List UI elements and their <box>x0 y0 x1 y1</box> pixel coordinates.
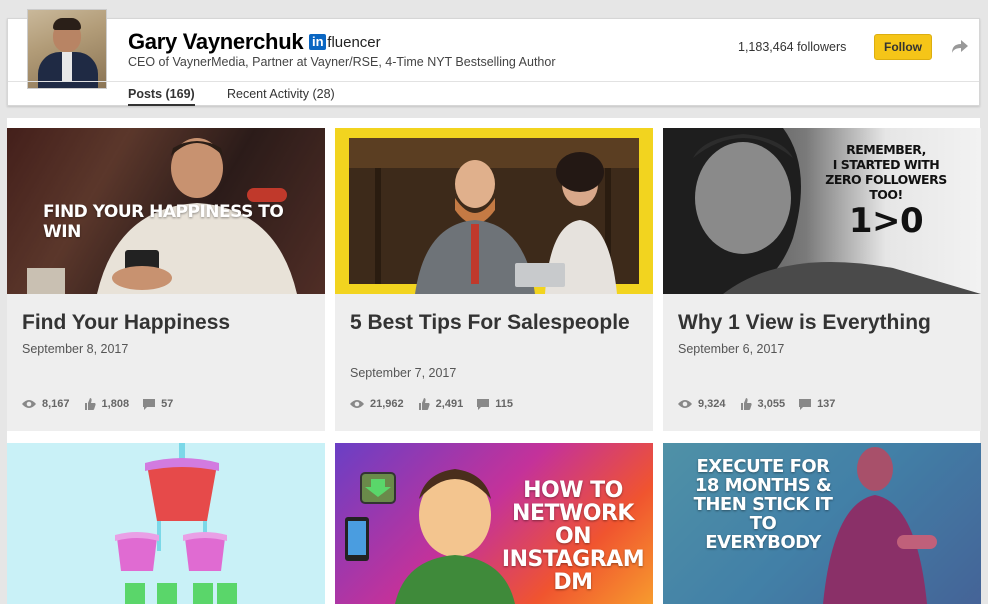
post-date: September 8, 2017 <box>22 342 129 356</box>
influencer-badge: in fluencer <box>309 33 381 51</box>
caption-line: DM <box>553 570 593 595</box>
thumbs-up-icon <box>84 398 96 410</box>
likes-count: 2,491 <box>435 398 464 410</box>
post-card[interactable] <box>7 443 325 604</box>
eye-icon <box>678 400 692 408</box>
post-title[interactable]: Why 1 View is Everything <box>678 310 968 335</box>
comments-stat: 57 <box>143 398 173 410</box>
post-stats: 21,962 2,491 115 <box>350 398 527 410</box>
post-thumbnail[interactable] <box>335 128 653 294</box>
comments-stat: 115 <box>477 398 513 410</box>
share-icon[interactable] <box>950 36 970 56</box>
thumbs-up-icon <box>418 398 430 410</box>
thumbnail-caption: REMEMBER, I STARTED WITH ZERO FOLLOWERS … <box>811 142 961 240</box>
thumbs-up-icon <box>740 398 752 410</box>
follower-count: 1,183,464 followers <box>738 40 847 54</box>
post-card[interactable]: HOW TO NETWORK ON INSTAGRAM DM <box>335 443 653 604</box>
likes-count: 1,808 <box>101 398 130 410</box>
views-stat: 8,167 <box>22 398 70 410</box>
tab-posts[interactable]: Posts (169) <box>128 87 195 106</box>
post-title[interactable]: Find Your Happiness <box>22 310 312 335</box>
views-count: 9,324 <box>698 398 726 410</box>
post-title[interactable]: 5 Best Tips For Salespeople <box>350 310 640 335</box>
caption-line: NETWORK ON <box>512 501 634 549</box>
post-thumbnail[interactable] <box>7 443 325 604</box>
follow-button[interactable]: Follow <box>874 34 932 60</box>
comments-count: 137 <box>817 398 836 410</box>
thumbnail-caption: FIND YOUR HAPPINESS TO WIN <box>43 202 284 242</box>
influencer-badge-text: fluencer <box>327 33 381 51</box>
post-thumbnail[interactable]: HOW TO NETWORK ON INSTAGRAM DM <box>335 443 653 604</box>
tab-recent-activity[interactable]: Recent Activity (28) <box>227 87 335 101</box>
post-thumbnail[interactable]: FIND YOUR HAPPINESS TO WIN <box>7 128 325 294</box>
caption-line: TO EVERYBODY <box>705 513 821 553</box>
views-count: 21,962 <box>370 398 404 410</box>
likes-stat: 3,055 <box>740 398 786 410</box>
caption-line: I STARTED WITH <box>832 157 940 172</box>
eye-icon <box>22 400 36 408</box>
post-thumbnail[interactable]: EXECUTE FOR 18 MONTHS & THEN STICK IT TO… <box>663 443 981 604</box>
post-stats: 9,324 3,055 137 <box>678 398 849 410</box>
views-count: 8,167 <box>42 398 70 410</box>
comment-icon <box>799 398 812 410</box>
post-stats: 8,167 1,808 57 <box>22 398 187 410</box>
profile-avatar[interactable] <box>27 9 107 89</box>
likes-count: 3,055 <box>757 398 786 410</box>
post-thumbnail[interactable]: REMEMBER, I STARTED WITH ZERO FOLLOWERS … <box>663 128 981 294</box>
comments-stat: 137 <box>799 398 835 410</box>
post-card[interactable]: REMEMBER, I STARTED WITH ZERO FOLLOWERS … <box>663 128 981 431</box>
caption-line: 1>0 <box>848 201 924 241</box>
caption-line: HOW TO <box>523 478 623 503</box>
post-date: September 6, 2017 <box>678 342 785 356</box>
profile-headline: CEO of VaynerMedia, Partner at Vayner/RS… <box>128 55 556 69</box>
comments-count: 115 <box>495 398 513 410</box>
name-row: Gary Vaynerchuk in fluencer <box>128 29 381 55</box>
eye-icon <box>350 400 364 408</box>
post-card[interactable]: 5 Best Tips For Salespeople September 7,… <box>335 128 653 431</box>
post-card[interactable]: EXECUTE FOR 18 MONTHS & THEN STICK IT TO… <box>663 443 981 604</box>
caption-line: 18 MONTHS & <box>694 475 832 496</box>
views-stat: 9,324 <box>678 398 726 410</box>
buckets-illustration <box>115 443 237 604</box>
profile-name[interactable]: Gary Vaynerchuk <box>128 29 304 55</box>
post-card[interactable]: FIND YOUR HAPPINESS TO WIN Find Your Hap… <box>7 128 325 431</box>
caption-line: THEN STICK IT <box>693 494 833 515</box>
caption-line: REMEMBER, <box>846 142 926 157</box>
comment-icon <box>143 398 156 410</box>
thumbnail-caption: HOW TO NETWORK ON INSTAGRAM DM <box>495 479 651 594</box>
post-date: September 7, 2017 <box>350 366 457 380</box>
caption-line: INSTAGRAM <box>501 547 645 572</box>
posts-grid: FIND YOUR HAPPINESS TO WIN Find Your Hap… <box>7 118 981 604</box>
linkedin-icon: in <box>309 34 327 50</box>
caption-line: ZERO FOLLOWERS TOO! <box>825 172 947 202</box>
profile-header: Gary Vaynerchuk in fluencer CEO of Vayne… <box>7 9 980 106</box>
views-stat: 21,962 <box>350 398 404 410</box>
likes-stat: 2,491 <box>418 398 464 410</box>
comments-count: 57 <box>161 398 174 410</box>
profile-tabs: Posts (169) Recent Activity (28) <box>8 81 979 106</box>
caption-line: EXECUTE FOR <box>696 456 830 477</box>
comment-icon <box>477 398 490 410</box>
likes-stat: 1,808 <box>84 398 130 410</box>
sales-meeting-illustration <box>349 138 639 294</box>
thumbnail-caption: EXECUTE FOR 18 MONTHS & THEN STICK IT TO… <box>693 457 833 552</box>
